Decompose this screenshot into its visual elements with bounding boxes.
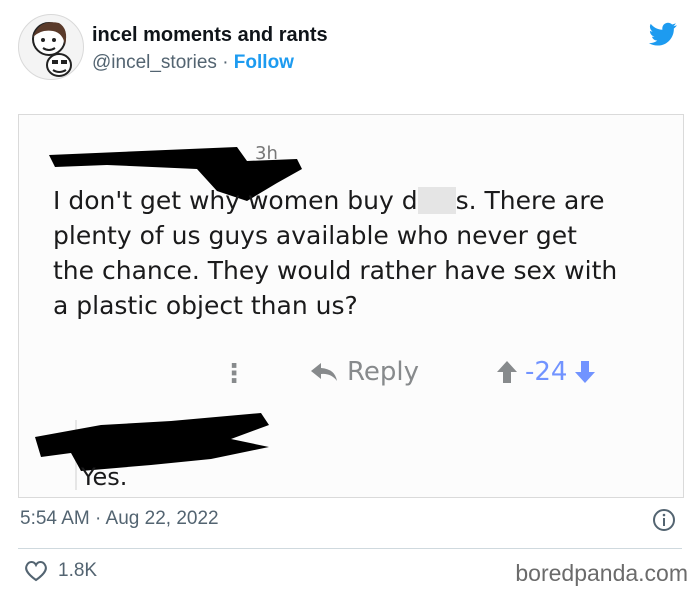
embedded-screenshot: 3h I don't get why women buy d s. There a… (18, 114, 684, 498)
post-text: I don't get why women buy d s. There are … (53, 183, 665, 323)
more-vertical-icon[interactable]: ⋮ (221, 359, 247, 389)
arrow-up-icon[interactable] (495, 359, 519, 385)
vote-score: -24 (525, 357, 568, 387)
tweet-header: incel moments and rants @incel_stories ·… (0, 0, 700, 100)
heart-icon (25, 561, 47, 582)
divider (18, 548, 682, 549)
post-text-part-1: I don't get why women buy d (53, 186, 418, 215)
avatar[interactable] (18, 14, 84, 80)
redaction-scribble (35, 413, 269, 471)
post-time: 3h (255, 143, 278, 164)
separator: · (222, 52, 229, 73)
like-count: 1.8K (58, 560, 98, 581)
text-redaction (417, 187, 456, 214)
tweet-timestamp[interactable]: 5:54 AM · Aug 22, 2022 (20, 508, 219, 530)
like-button[interactable]: 1.8K (24, 560, 97, 582)
info-icon[interactable] (652, 508, 676, 532)
reply-button[interactable]: Reply (309, 357, 419, 387)
follow-button[interactable]: Follow (234, 52, 294, 73)
watermark: boredpanda.com (515, 560, 688, 586)
reply-arrow-icon (311, 363, 337, 381)
reply-text: Yes. (81, 463, 128, 491)
account-name[interactable]: incel moments and rants (92, 24, 328, 47)
arrow-down-icon[interactable] (573, 359, 597, 385)
post-actions: ⋮ Reply -24 (19, 355, 683, 395)
account-handle[interactable]: @incel_stories (92, 52, 217, 73)
account-handle-row: @incel_stories · Follow (92, 52, 294, 74)
reply-label: Reply (347, 357, 420, 387)
twitter-bird-icon[interactable] (646, 20, 680, 48)
vote-controls: -24 (495, 357, 597, 387)
